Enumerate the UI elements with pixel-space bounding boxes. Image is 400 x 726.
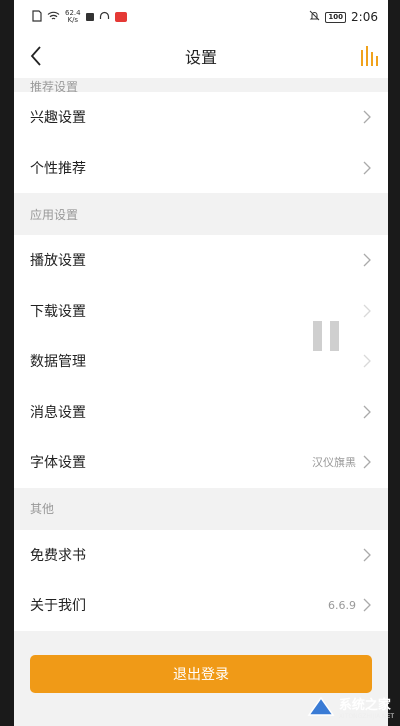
row-playback-settings[interactable]: 播放设置: [14, 235, 388, 286]
chevron-right-icon: [363, 253, 371, 267]
logout-button[interactable]: 退出登录: [30, 654, 372, 693]
font-value: 汉仪旗黑: [312, 456, 356, 470]
app-notification-icon: [114, 12, 127, 22]
row-label: 关于我们: [30, 598, 86, 615]
notification-icon: [85, 13, 94, 21]
logout-container: 退出登录: [14, 631, 388, 693]
watermark-logo-icon: [307, 696, 335, 716]
row-label: 数据管理: [30, 354, 86, 371]
chevron-right-icon: [363, 161, 371, 175]
chevron-right-icon: [363, 548, 371, 562]
wifi-icon: [47, 11, 60, 24]
chevron-right-icon: [363, 455, 371, 469]
net-speed-unit: K/s: [67, 16, 79, 24]
mute-icon: [309, 10, 320, 24]
audio-bars-icon[interactable]: [361, 46, 378, 66]
row-label: 个性推荐: [30, 160, 86, 177]
row-label: 播放设置: [30, 253, 86, 270]
watermark: 系统之家 XITONGZHIJIA.NET: [307, 694, 394, 720]
section-title: 应用设置: [30, 207, 79, 222]
watermark-text: 系统之家: [338, 698, 391, 713]
row-label: 兴趣设置: [30, 110, 86, 127]
net-speed: 62.4 K/s: [65, 10, 81, 24]
clock: 2:06: [351, 10, 378, 24]
section-title: 其他: [30, 502, 55, 516]
watermark-subtext: XITONGZHIJIA.NET: [338, 713, 394, 720]
row-font-settings[interactable]: 字体设置 汉仪旗黑: [14, 437, 388, 488]
phone-screen: 62.4 K/s 100 2:06 设置 推荐设置 兴趣设置 个性推荐 应用设置…: [14, 0, 388, 726]
headphones-icon: [99, 11, 110, 24]
version-value: 6.6.9: [328, 598, 356, 612]
row-about-us[interactable]: 关于我们 6.6.9: [14, 580, 388, 631]
section-header-recommend: 推荐设置: [14, 78, 388, 92]
row-message-settings[interactable]: 消息设置: [14, 386, 388, 437]
section-title: 推荐设置: [30, 80, 79, 92]
chevron-right-icon: [363, 405, 371, 419]
section-header-app: 应用设置: [14, 193, 388, 235]
chevron-right-icon: [363, 598, 371, 612]
back-arrow-icon[interactable]: [22, 42, 50, 70]
nav-bar: 设置: [14, 34, 388, 78]
row-label: 消息设置: [30, 404, 86, 421]
battery-icon: 100: [325, 11, 347, 23]
pause-icon[interactable]: [272, 282, 380, 390]
row-label: 下载设置: [30, 303, 86, 320]
row-interest-settings[interactable]: 兴趣设置: [14, 92, 388, 143]
section-header-other: 其他: [14, 487, 388, 530]
row-label: 字体设置: [30, 455, 86, 472]
row-personal-recommend[interactable]: 个性推荐: [14, 142, 388, 193]
status-bar: 62.4 K/s 100 2:06: [14, 0, 388, 34]
row-free-book-request[interactable]: 免费求书: [14, 529, 388, 580]
chevron-right-icon: [363, 110, 371, 124]
sim-icon: [32, 9, 42, 25]
row-label: 免费求书: [30, 547, 86, 564]
page-title: 设置: [184, 48, 217, 67]
